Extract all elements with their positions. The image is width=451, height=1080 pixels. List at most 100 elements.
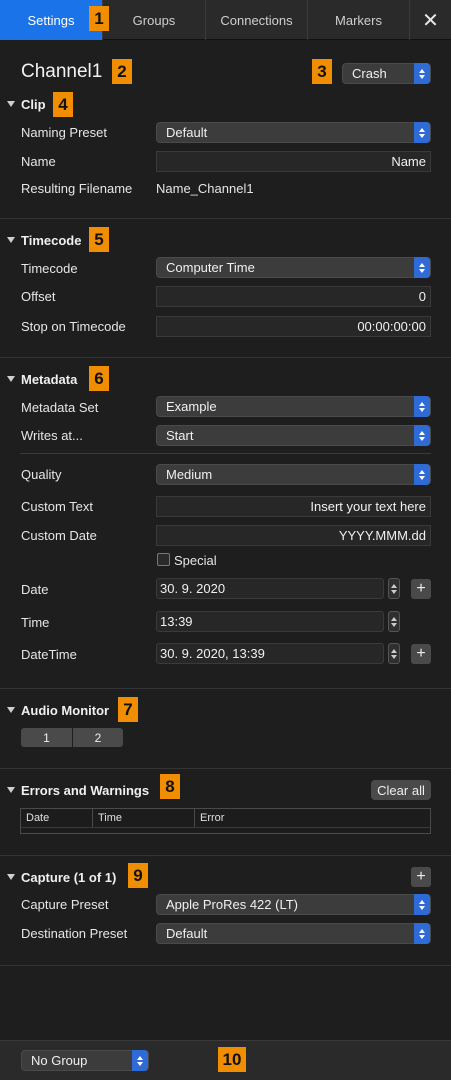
chevron-updown-icon <box>132 1050 148 1071</box>
table-header-error[interactable]: Error <box>195 809 430 827</box>
stop-on-timecode-label: Stop on Timecode <box>21 319 126 334</box>
disclosure-triangle-icon[interactable] <box>7 101 15 107</box>
time-field[interactable]: 13:39 <box>156 611 384 632</box>
timecode-section-title: Timecode <box>21 233 82 248</box>
date-label: Date <box>21 582 49 597</box>
callout-badge-7: 7 <box>118 697 138 722</box>
callout-badge-9: 9 <box>128 863 148 888</box>
quality-select[interactable]: Medium <box>156 464 431 485</box>
divider <box>0 218 451 219</box>
resulting-filename-value: Name_Channel1 <box>156 181 254 196</box>
metadata-set-value: Example <box>166 399 217 414</box>
writes-at-label: Writes at... <box>21 428 83 443</box>
close-button[interactable]: ✕ <box>410 0 451 40</box>
disclosure-triangle-icon[interactable] <box>7 874 15 880</box>
chevron-updown-icon <box>414 425 430 446</box>
chevron-updown-icon <box>414 63 430 84</box>
callout-badge-4: 4 <box>53 92 73 117</box>
writes-at-value: Start <box>166 428 194 443</box>
divider <box>0 688 451 689</box>
tab-bar: Settings Groups Connections Markers ✕ <box>0 0 451 40</box>
date-field[interactable]: 30. 9. 2020 <box>156 578 384 599</box>
time-stepper[interactable] <box>388 611 400 632</box>
divider <box>0 965 451 966</box>
datetime-field[interactable]: 30. 9. 2020, 13:39 <box>156 643 384 664</box>
custom-text-label: Custom Text <box>21 499 94 514</box>
datetime-stepper[interactable] <box>388 643 400 664</box>
disclosure-triangle-icon[interactable] <box>7 376 15 382</box>
group-select-value: No Group <box>31 1053 88 1068</box>
add-capture-button[interactable]: + <box>411 867 431 887</box>
writes-at-select[interactable]: Start <box>156 425 431 446</box>
chevron-updown-icon <box>414 923 430 944</box>
disclosure-triangle-icon[interactable] <box>7 707 15 713</box>
resulting-filename-label: Resulting Filename <box>21 181 133 196</box>
clear-all-button[interactable]: Clear all <box>371 780 431 800</box>
quality-label: Quality <box>21 467 62 482</box>
chevron-updown-icon <box>414 396 430 417</box>
tab-markers[interactable]: Markers <box>308 0 410 40</box>
plus-icon: + <box>416 645 426 662</box>
chevron-updown-icon <box>414 257 430 278</box>
capture-preset-select[interactable]: Apple ProRes 422 (LT) <box>156 894 431 915</box>
name-field[interactable]: Name <box>156 151 431 172</box>
callout-badge-3: 3 <box>312 59 332 84</box>
tab-settings[interactable]: Settings <box>0 0 103 40</box>
audio-channel-1-button[interactable]: 1 <box>21 728 72 747</box>
metadata-set-select[interactable]: Example <box>156 396 431 417</box>
tab-groups-label: Groups <box>132 12 176 28</box>
channel-title: Channel1 <box>21 61 103 82</box>
table-header-date[interactable]: Date <box>21 809 93 827</box>
naming-preset-value: Default <box>166 125 208 140</box>
group-select[interactable]: No Group <box>21 1050 149 1071</box>
divider <box>0 357 451 358</box>
disclosure-triangle-icon[interactable] <box>7 237 15 243</box>
custom-date-label: Custom Date <box>21 528 97 543</box>
metadata-set-label: Metadata Set <box>21 400 99 415</box>
timecode-label: Timecode <box>21 261 78 276</box>
capture-preset-label: Capture Preset <box>21 897 109 912</box>
stop-on-timecode-field[interactable]: 00:00:00:00 <box>156 316 431 337</box>
audio-channel-2-button[interactable]: 2 <box>73 728 123 747</box>
tab-connections-label: Connections <box>220 12 293 28</box>
callout-badge-10: 10 <box>218 1047 246 1072</box>
special-label: Special <box>174 553 217 568</box>
disclosure-triangle-icon[interactable] <box>7 787 15 793</box>
offset-field[interactable]: 0 <box>156 286 431 307</box>
tab-connections[interactable]: Connections <box>206 0 308 40</box>
callout-badge-5: 5 <box>89 227 109 252</box>
audio-monitor-section-title: Audio Monitor <box>21 703 110 718</box>
timecode-select[interactable]: Computer Time <box>156 257 431 278</box>
capture-preset-value: Apple ProRes 422 (LT) <box>166 897 298 912</box>
tab-groups[interactable]: Groups <box>103 0 206 40</box>
plus-icon: + <box>416 868 426 885</box>
divider <box>20 453 431 454</box>
quality-value: Medium <box>166 467 213 482</box>
special-checkbox[interactable] <box>157 553 170 566</box>
audio-channel-1-label: 1 <box>43 730 50 745</box>
divider <box>0 768 451 769</box>
callout-badge-2: 2 <box>112 59 132 84</box>
clip-section-title: Clip <box>21 97 46 112</box>
destination-preset-label: Destination Preset <box>21 926 128 941</box>
custom-text-field[interactable]: Insert your text here <box>156 496 431 517</box>
mode-select-value: Crash <box>352 66 387 81</box>
errors-table: Date Time Error <box>20 808 431 834</box>
date-stepper[interactable] <box>388 578 400 599</box>
mode-select[interactable]: Crash <box>342 63 431 84</box>
divider <box>0 855 451 856</box>
errors-section-title: Errors and Warnings <box>21 783 150 798</box>
metadata-section-title: Metadata <box>21 372 78 387</box>
close-icon: ✕ <box>422 9 439 32</box>
time-label: Time <box>21 615 50 630</box>
timecode-value: Computer Time <box>166 260 255 275</box>
table-header-time[interactable]: Time <box>93 809 195 827</box>
destination-preset-select[interactable]: Default <box>156 923 431 944</box>
datetime-add-button[interactable]: + <box>411 644 431 664</box>
date-add-button[interactable]: + <box>411 579 431 599</box>
naming-preset-select[interactable]: Default <box>156 122 431 143</box>
chevron-updown-icon <box>414 894 430 915</box>
callout-badge-1: 1 <box>89 6 109 31</box>
custom-date-field[interactable]: YYYY.MMM.dd <box>156 525 431 546</box>
capture-section-title: Capture (1 of 1) <box>21 870 117 885</box>
